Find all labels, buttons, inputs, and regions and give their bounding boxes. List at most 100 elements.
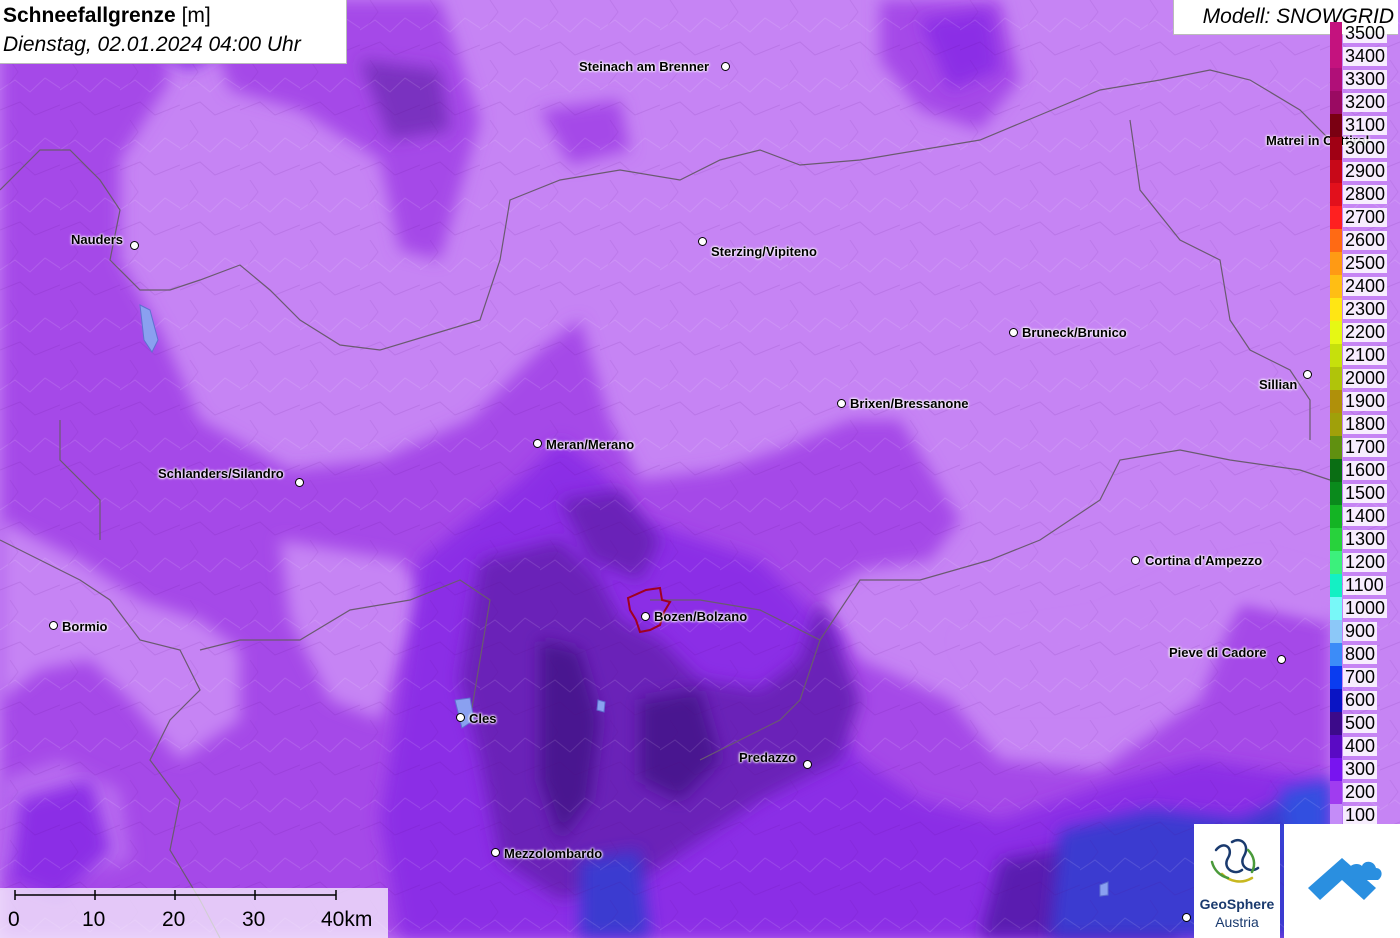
legend-label: 2400 [1343,276,1388,296]
legend-swatch [1330,68,1342,91]
legend-row: 2800 [1330,183,1400,206]
city-marker[interactable] [533,439,542,448]
city-marker[interactable] [837,399,846,408]
geosphere-country: Austria [1215,914,1259,930]
legend-label: 2800 [1343,184,1388,204]
city-label[interactable]: Predazzo [739,750,796,765]
city-marker[interactable] [1131,556,1140,565]
legend-label: 2100 [1343,345,1388,365]
scale-label-20: 20 [162,908,186,931]
geosphere-emblem-icon [1210,839,1260,883]
legend-swatch [1330,758,1342,781]
mountain-cloud-icon [1308,858,1382,900]
city-label[interactable]: Brixen/Bressanone [850,396,969,411]
legend-label: 700 [1343,667,1378,687]
legend-row: 800 [1330,643,1400,666]
legend-label: 3200 [1343,92,1388,112]
legend-label: 400 [1343,736,1378,756]
city-label[interactable]: Steinach am Brenner [579,59,709,74]
city-marker[interactable] [295,478,304,487]
legend-label: 800 [1343,644,1378,664]
legend-label: 2900 [1343,161,1388,181]
legend-swatch [1330,298,1342,321]
city-label[interactable]: Bruneck/Brunico [1022,325,1127,340]
legend-label: 2000 [1343,368,1388,388]
city-label[interactable]: Schlanders/Silandro [158,466,284,481]
city-label[interactable]: Mezzolombardo [504,846,602,861]
city-marker[interactable] [1009,328,1018,337]
city-label[interactable]: Bormio [62,619,108,634]
city-label[interactable]: Sterzing/Vipiteno [711,244,817,259]
legend-swatch [1330,390,1342,413]
city-label[interactable]: Meran/Merano [546,437,634,452]
legend-row: 3100 [1330,114,1400,137]
city-label[interactable]: Pieve di Cadore [1169,645,1267,660]
legend-swatch [1330,528,1342,551]
legend-row: 2100 [1330,344,1400,367]
title-unit: [m] [181,4,211,27]
legend-row: 300 [1330,758,1400,781]
legend-row: 1300 [1330,528,1400,551]
city-marker[interactable] [130,241,139,250]
city-marker[interactable] [698,237,707,246]
legend-row: 700 [1330,666,1400,689]
city-marker[interactable] [1303,370,1312,379]
legend-swatch [1330,229,1342,252]
legend-swatch [1330,551,1342,574]
legend-swatch [1330,367,1342,390]
legend-swatch [1330,206,1342,229]
legend-row: 1200 [1330,551,1400,574]
legend-label: 2300 [1343,299,1388,319]
legend-swatch [1330,482,1342,505]
legend-swatch [1330,436,1342,459]
legend-label: 3000 [1343,138,1388,158]
city-label[interactable]: Sillian [1259,377,1297,392]
city-marker[interactable] [49,621,58,630]
legend-swatch [1330,735,1342,758]
city-marker[interactable] [721,62,730,71]
map-datetime: Dienstag, 02.01.2024 04:00 Uhr [3,33,301,56]
city-label[interactable]: Cortina d'Ampezzo [1145,553,1262,568]
legend-row: 2000 [1330,367,1400,390]
weather-app-logo[interactable] [1284,824,1400,938]
legend-swatch [1330,252,1342,275]
geosphere-austria-logo[interactable]: GeoSphere Austria [1194,824,1280,938]
city-label[interactable]: Nauders [71,232,123,247]
legend-label: 900 [1343,621,1378,641]
legend-row: 3500 [1330,22,1400,45]
geosphere-name: GeoSphere [1199,896,1275,912]
legend-row: 2600 [1330,229,1400,252]
legend-label: 600 [1343,690,1378,710]
legend-row: 2300 [1330,298,1400,321]
city-label[interactable]: Bozen/Bolzano [654,609,747,624]
legend-swatch [1330,666,1342,689]
map-title: Schneefallgrenze [m] [3,4,211,28]
legend-label: 1400 [1343,506,1388,526]
legend-row: 600 [1330,689,1400,712]
city-label[interactable]: Cles [469,711,496,726]
city-marker[interactable] [803,760,812,769]
scale-label-30: 30 [242,908,266,931]
legend-swatch [1330,505,1342,528]
legend-swatch [1330,22,1342,45]
city-marker[interactable] [456,713,465,722]
legend-row: 2900 [1330,160,1400,183]
legend-label: 500 [1343,713,1378,733]
legend-row: 3300 [1330,68,1400,91]
scale-bar: 0 10 20 30 40km [0,888,388,938]
legend-row: 500 [1330,712,1400,735]
city-marker[interactable] [1182,913,1191,922]
legend-swatch [1330,689,1342,712]
city-marker[interactable] [491,848,500,857]
city-marker[interactable] [641,612,650,621]
legend-label: 2700 [1343,207,1388,227]
legend-row: 2700 [1330,206,1400,229]
legend-row: 3400 [1330,45,1400,68]
legend-label: 1600 [1343,460,1388,480]
legend-swatch [1330,275,1342,298]
legend-swatch [1330,91,1342,114]
legend-row: 3000 [1330,137,1400,160]
city-marker[interactable] [1277,655,1286,664]
legend-swatch [1330,413,1342,436]
scale-label-10: 10 [82,908,106,931]
